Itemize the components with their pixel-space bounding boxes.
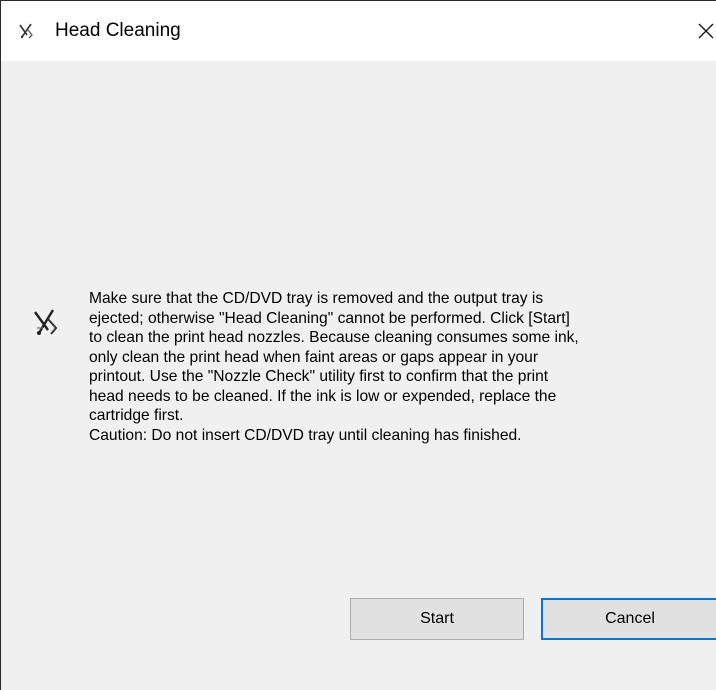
printer-head-icon xyxy=(17,21,37,41)
start-button[interactable]: Start xyxy=(350,598,524,640)
title-bar: Head Cleaning xyxy=(1,1,716,61)
instruction-message: Make sure that the CD/DVD tray is remove… xyxy=(89,290,579,444)
window-title: Head Cleaning xyxy=(55,20,181,41)
dialog-body: Make sure that the CD/DVD tray is remove… xyxy=(1,61,716,690)
printer-head-icon xyxy=(31,306,65,340)
cancel-button[interactable]: Cancel xyxy=(541,598,716,640)
head-cleaning-dialog: Head Cleaning Make sure that the CD/DVD … xyxy=(0,0,716,690)
close-button[interactable] xyxy=(691,15,716,45)
close-icon xyxy=(698,23,714,39)
